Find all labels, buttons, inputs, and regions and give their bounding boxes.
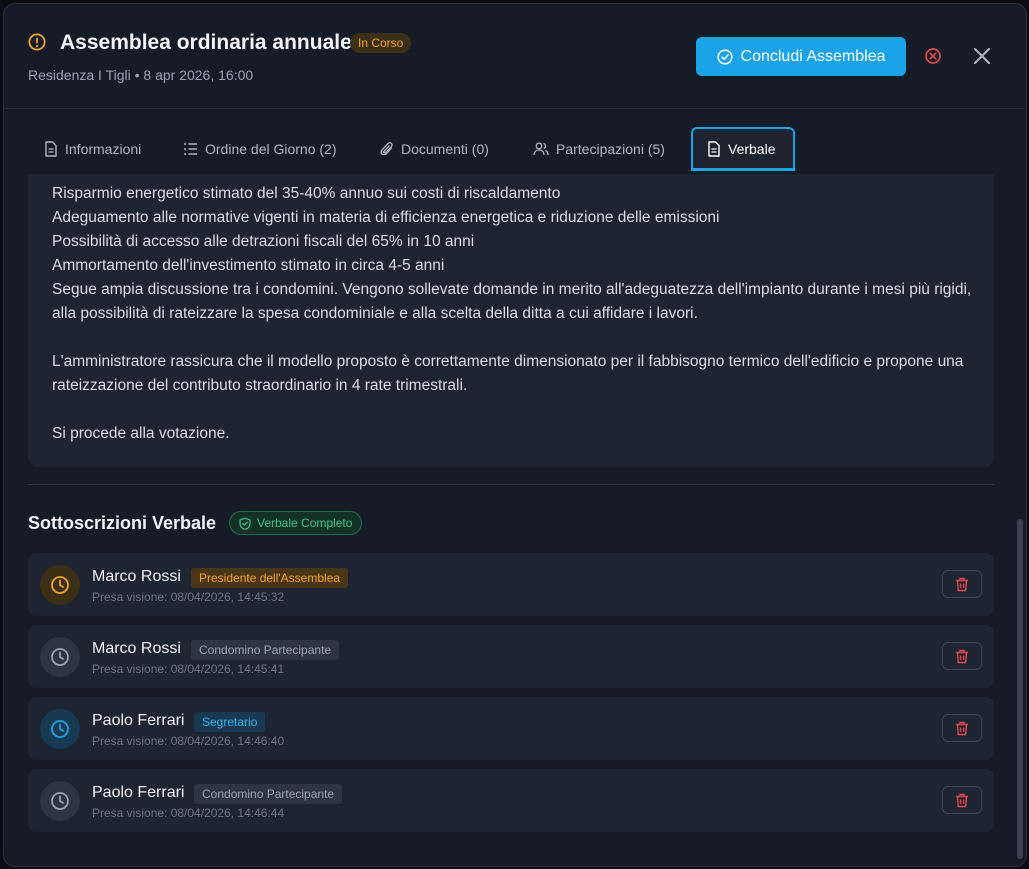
check-circle-icon xyxy=(716,48,733,65)
tab-documenti[interactable]: Documenti (0) xyxy=(364,127,505,171)
avatar xyxy=(40,781,80,821)
clock-icon xyxy=(51,792,69,810)
seen-timestamp: Presa visione: 08/04/2026, 14:46:44 xyxy=(92,806,285,820)
tab-label: Verbale xyxy=(728,140,776,157)
divider xyxy=(28,484,994,485)
signer-name: Paolo Ferrari xyxy=(92,712,185,729)
trash-icon xyxy=(956,793,968,807)
tab-partecipazioni[interactable]: Partecipazioni (5) xyxy=(517,127,681,171)
signatures-title: Sottoscrizioni Verbale xyxy=(28,513,217,533)
role-badge: Presidente dell'Assemblea xyxy=(191,568,349,588)
tab-label: Informazioni xyxy=(65,141,142,157)
tab-label: Ordine del Giorno (2) xyxy=(205,141,337,157)
delete-button[interactable] xyxy=(942,714,982,742)
signature-row: Marco Rossi Condomino Partecipante Presa… xyxy=(28,625,994,688)
delete-button[interactable] xyxy=(942,570,982,598)
status-badge: In Corso xyxy=(350,33,412,53)
avatar xyxy=(40,709,80,749)
meeting-subtitle: Residenza I Tigli • 8 apr 2026, 16:00 xyxy=(28,67,254,83)
tab-label: Partecipazioni (5) xyxy=(556,141,665,157)
clock-icon xyxy=(51,576,69,594)
minutes-text: Risparmio energetico stimato del 35-40% … xyxy=(52,182,972,446)
minutes-paragraph: Segue ampia discussione tra i condomini.… xyxy=(52,281,972,322)
avatar xyxy=(40,637,80,677)
trash-icon xyxy=(956,577,968,591)
close-icon[interactable] xyxy=(972,46,992,66)
signer-name: Marco Rossi xyxy=(92,640,181,657)
tab-informazioni[interactable]: Informazioni xyxy=(28,127,157,171)
clock-icon xyxy=(51,648,69,666)
role-badge: Condomino Partecipante xyxy=(194,784,343,804)
tab-label: Documenti (0) xyxy=(401,141,489,157)
signature-row: Paolo Ferrari Segretario Presa visione: … xyxy=(28,697,994,760)
signature-row: Paolo Ferrari Condomino Partecipante Pre… xyxy=(28,769,994,832)
trash-icon xyxy=(956,649,968,663)
delete-button[interactable] xyxy=(942,642,982,670)
minutes-paragraph: L'amministratore rassicura che il modell… xyxy=(52,353,964,394)
modal-header: Assemblea ordinaria annuale In Corso Res… xyxy=(4,4,1026,109)
users-icon xyxy=(533,142,549,156)
minutes-line: Ammortamento dell'investimento stimato i… xyxy=(52,257,445,274)
page-title: Assemblea ordinaria annuale xyxy=(60,31,352,54)
tab-ordine-del-giorno[interactable]: Ordine del Giorno (2) xyxy=(167,127,353,171)
seen-timestamp: Presa visione: 08/04/2026, 14:45:41 xyxy=(92,662,285,676)
document-icon xyxy=(45,141,57,157)
minutes-text-panel: Risparmio energetico stimato del 35-40% … xyxy=(28,174,994,467)
clock-icon xyxy=(51,720,69,738)
paperclip-icon xyxy=(380,142,393,156)
minutes-line: Risparmio energetico stimato del 35-40% … xyxy=(52,185,561,202)
seen-timestamp: Presa visione: 08/04/2026, 14:45:32 xyxy=(92,590,285,604)
assembly-modal: Assemblea ordinaria annuale In Corso Res… xyxy=(3,3,1027,867)
warning-icon xyxy=(28,33,46,51)
seen-timestamp: Presa visione: 08/04/2026, 14:46:40 xyxy=(92,734,285,748)
document-icon xyxy=(708,140,720,157)
role-badge: Segretario xyxy=(194,712,266,732)
badge-label: Verbale Completo xyxy=(257,516,353,530)
signer-name: Paolo Ferrari xyxy=(92,784,185,801)
avatar xyxy=(40,565,80,605)
minutes-complete-badge: Verbale Completo xyxy=(229,511,363,535)
minutes-line: Adeguamento alle normative vigenti in ma… xyxy=(52,209,720,226)
conclude-assembly-label: Concludi Assemblea xyxy=(740,47,886,65)
role-badge: Condomino Partecipante xyxy=(191,640,340,660)
scrollbar-thumb[interactable] xyxy=(1017,519,1023,859)
trash-icon xyxy=(956,721,968,735)
signer-name: Marco Rossi xyxy=(92,568,181,585)
signature-row: Marco Rossi Presidente dell'Assemblea Pr… xyxy=(28,553,994,616)
delete-button[interactable] xyxy=(942,786,982,814)
minutes-line: Possibilità di accesso alle detrazioni f… xyxy=(52,233,475,250)
list-icon xyxy=(184,143,197,155)
cancel-assembly-icon[interactable] xyxy=(923,46,943,66)
shield-check-icon xyxy=(239,516,251,530)
conclude-assembly-button[interactable]: Concludi Assemblea xyxy=(696,37,906,76)
tab-verbale[interactable]: Verbale xyxy=(691,127,795,171)
signature-list: Marco Rossi Presidente dell'Assemblea Pr… xyxy=(28,553,994,841)
minutes-line: Si procede alla votazione. xyxy=(52,425,230,442)
tab-bar: Informazioni Ordine del Giorno (2) Docum… xyxy=(4,109,1026,175)
